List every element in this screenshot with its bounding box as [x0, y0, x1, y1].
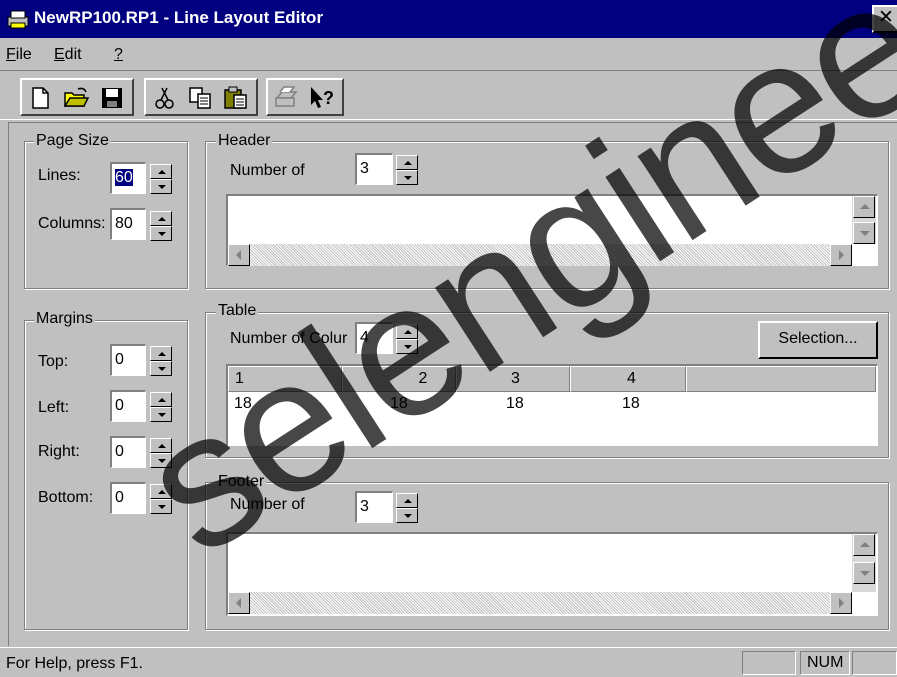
spin-down-icon[interactable] [150, 179, 172, 194]
right-margin-input[interactable]: 0 [110, 436, 146, 468]
spin-down-icon[interactable] [150, 361, 172, 376]
left-label: Left: [38, 399, 70, 416]
page-size-title: Page Size [34, 132, 111, 150]
spin-up-icon[interactable] [150, 484, 172, 499]
top-label: Top: [38, 353, 69, 370]
spin-down-icon[interactable] [396, 339, 418, 354]
header-horizontal-scrollbar[interactable] [228, 244, 852, 266]
columns-input[interactable]: 80 [110, 208, 146, 240]
footer-title: Footer [216, 473, 267, 491]
grid-column-header[interactable]: 1 [228, 366, 342, 392]
bottom-margin-spinner[interactable] [150, 484, 172, 514]
toolbar-edit-group [144, 78, 258, 116]
top-margin-spinner[interactable] [150, 346, 172, 376]
table-columns-label: Number of Colur [230, 330, 348, 347]
status-panel-empty [852, 651, 897, 675]
toolbar [0, 70, 897, 120]
close-button[interactable]: ✕ [872, 5, 897, 33]
new-file-icon[interactable] [26, 84, 54, 112]
grid-column-header[interactable]: 2 [342, 366, 456, 392]
menu-file[interactable]: File [6, 46, 32, 64]
menu-bar [0, 38, 897, 70]
grid-column-header[interactable]: 4 [570, 366, 686, 392]
menu-help[interactable]: ? [114, 46, 123, 64]
toolbar-print-group: ? [266, 78, 344, 116]
spin-up-icon[interactable] [396, 493, 418, 508]
spin-down-icon[interactable] [396, 170, 418, 185]
left-margin-input[interactable]: 0 [110, 390, 146, 422]
top-margin-input[interactable]: 0 [110, 344, 146, 376]
spin-up-icon[interactable] [150, 211, 172, 226]
footer-lines-input[interactable]: 3 [355, 491, 393, 523]
scroll-right-icon[interactable] [830, 592, 852, 614]
open-folder-icon[interactable] [62, 84, 90, 112]
footer-horizontal-scrollbar[interactable] [228, 592, 852, 614]
bottom-label: Bottom: [38, 489, 94, 506]
footer-number-label: Number of [230, 496, 305, 513]
spin-down-icon[interactable] [150, 499, 172, 514]
toolbar-file-group [20, 78, 134, 116]
copy-icon[interactable] [186, 84, 214, 112]
scroll-up-icon[interactable] [853, 196, 875, 218]
table-cell[interactable]: 18 [234, 395, 252, 413]
table-columns-spinner[interactable] [396, 324, 418, 354]
spin-up-icon[interactable] [396, 324, 418, 339]
spin-down-icon[interactable] [150, 407, 172, 422]
status-panel-empty [742, 651, 796, 675]
app-printer-icon [7, 10, 29, 29]
status-help-text: For Help, press F1. [6, 655, 143, 672]
columns-label: Columns: [38, 215, 106, 232]
spin-up-icon[interactable] [150, 164, 172, 179]
header-lines-input[interactable]: 3 [355, 153, 393, 185]
table-cell[interactable]: 18 [622, 395, 640, 413]
grid-column-header[interactable]: 3 [456, 366, 570, 392]
svg-text:?: ? [323, 88, 334, 108]
left-margin-spinner[interactable] [150, 392, 172, 422]
scroll-left-icon[interactable] [228, 592, 250, 614]
spin-up-icon[interactable] [150, 346, 172, 361]
footer-lines-spinner[interactable] [396, 493, 418, 523]
scroll-down-icon[interactable] [853, 222, 875, 244]
selection-button[interactable]: Selection... [758, 321, 878, 359]
scroll-down-icon[interactable] [853, 562, 875, 584]
context-help-icon[interactable]: ? [308, 84, 336, 112]
spin-down-icon[interactable] [396, 508, 418, 523]
table-columns-input[interactable]: 4 [355, 322, 393, 354]
table-title: Table [216, 302, 259, 320]
bottom-margin-input[interactable]: 0 [110, 482, 146, 514]
columns-spinner[interactable] [150, 211, 172, 241]
table-cell[interactable]: 18 [390, 395, 408, 413]
lines-label: Lines: [38, 167, 81, 184]
spin-up-icon[interactable] [150, 392, 172, 407]
lines-input[interactable]: 60 [110, 162, 146, 194]
scroll-left-icon[interactable] [228, 244, 250, 266]
right-margin-spinner[interactable] [150, 438, 172, 468]
spin-down-icon[interactable] [150, 226, 172, 241]
margins-title: Margins [34, 310, 95, 328]
print-icon[interactable] [272, 84, 300, 112]
spin-up-icon[interactable] [150, 438, 172, 453]
save-icon[interactable] [98, 84, 126, 112]
close-icon: ✕ [878, 7, 894, 28]
spin-down-icon[interactable] [150, 453, 172, 468]
spin-up-icon[interactable] [396, 155, 418, 170]
header-title: Header [216, 132, 273, 150]
lines-spinner[interactable] [150, 164, 172, 194]
window-title: NewRP100.RP1 - Line Layout Editor [34, 8, 324, 27]
menu-edit[interactable]: Edit [54, 46, 82, 64]
cut-icon[interactable] [150, 84, 178, 112]
header-lines-spinner[interactable] [396, 155, 418, 185]
paste-icon[interactable] [222, 84, 250, 112]
scroll-right-icon[interactable] [830, 244, 852, 266]
grid-header-filler [686, 366, 876, 392]
status-num-indicator: NUM [800, 651, 850, 675]
right-label: Right: [38, 443, 80, 460]
table-cell[interactable]: 18 [506, 395, 524, 413]
title-bar: NewRP100.RP1 - Line Layout Editor [0, 0, 897, 38]
scroll-up-icon[interactable] [853, 534, 875, 556]
header-number-label: Number of [230, 162, 305, 179]
